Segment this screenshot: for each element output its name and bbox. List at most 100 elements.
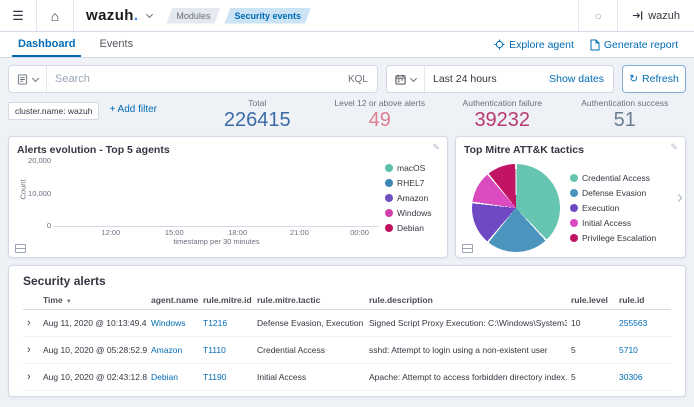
- index-pattern-selector[interactable]: wazuh: [618, 10, 694, 22]
- cell-rule-id[interactable]: 255563: [615, 310, 671, 337]
- legend-dot: [570, 204, 578, 212]
- home-icon[interactable]: ⌂: [37, 0, 73, 31]
- cell-rule-id[interactable]: 5710: [615, 337, 671, 364]
- status-circle-icon[interactable]: ○: [579, 0, 617, 31]
- stat-label: Level 12 or above alerts: [319, 98, 442, 108]
- column-header-rule-id[interactable]: rule.id: [615, 291, 671, 310]
- stat-value: 39232: [441, 109, 564, 132]
- menu-icon[interactable]: ☰: [0, 0, 36, 31]
- cell-rule-level: 10: [567, 310, 615, 337]
- cell-rule-mitre-id[interactable]: T1110: [199, 337, 253, 364]
- calendar-icon: [395, 74, 406, 85]
- add-filter-button[interactable]: + Add filter: [109, 102, 157, 115]
- x-tick-label: 21:00: [290, 228, 309, 237]
- tab-events[interactable]: Events: [93, 32, 139, 57]
- table-row: ›Aug 11, 2020 @ 10:13:49.493WindowsT1216…: [23, 310, 671, 337]
- query-language-label[interactable]: KQL: [339, 74, 377, 85]
- x-tick-label: 15:00: [165, 228, 184, 237]
- stat-label: Authentication failure: [441, 98, 564, 108]
- y-tick-label: 20,000: [28, 156, 51, 165]
- column-header-rule-mitre-tactic[interactable]: rule.mitre.tactic: [253, 291, 365, 310]
- explore-agent-button[interactable]: Explore agent: [494, 39, 574, 51]
- date-picker: Last 24 hours Show dates: [386, 65, 614, 93]
- legend-dot: [385, 179, 393, 187]
- security-alerts-table: Time▼agent.namerule.mitre.idrule.mitre.t…: [23, 291, 671, 391]
- refresh-icon: ↻: [629, 73, 638, 85]
- show-dates-button[interactable]: Show dates: [540, 73, 613, 85]
- legend-dot: [385, 194, 393, 202]
- legend-dot: [570, 234, 578, 242]
- date-quick-menu-button[interactable]: [387, 66, 425, 92]
- inspect-data-icon[interactable]: [15, 244, 26, 253]
- legend-item-macos[interactable]: macOS: [385, 163, 439, 173]
- expand-row-button[interactable]: ›: [27, 371, 31, 383]
- column-header-agent-name[interactable]: agent.name: [147, 291, 199, 310]
- y-axis-ticks: 20,00010,0000: [26, 159, 54, 227]
- legend-label: RHEL7: [397, 178, 424, 188]
- legend-item-amazon[interactable]: Amazon: [385, 193, 439, 203]
- generate-report-button[interactable]: Generate report: [590, 39, 678, 51]
- cell-agent-name[interactable]: Amazon: [147, 337, 199, 364]
- expand-row-button[interactable]: ›: [27, 317, 31, 329]
- table-row: ›Aug 10, 2020 @ 05:28:52.926AmazonT1110C…: [23, 337, 671, 364]
- tab-bar: Dashboard Events Explore agent Generate …: [0, 32, 694, 58]
- breadcrumb: Modules Security events: [166, 8, 311, 24]
- stacked-bar-chart[interactable]: [54, 159, 379, 227]
- cell-rule-mitre-id[interactable]: T1216: [199, 310, 253, 337]
- kpi-stats: Total226415Level 12 or above alerts49Aut…: [196, 98, 686, 130]
- explore-agent-label: Explore agent: [509, 39, 574, 51]
- column-header-rule-mitre-id[interactable]: rule.mitre.id: [199, 291, 253, 310]
- table-header-row: Time▼agent.namerule.mitre.idrule.mitre.t…: [23, 291, 671, 310]
- edit-panel-icon[interactable]: ✎: [432, 142, 440, 153]
- legend-item-execution[interactable]: Execution: [570, 203, 677, 213]
- cell-rule-level: 5: [567, 337, 615, 364]
- refresh-button[interactable]: ↻ Refresh: [622, 65, 686, 93]
- column-header-time[interactable]: Time▼: [39, 291, 147, 310]
- cell-rule-mitre-tactic: Defense Evasion, Execution: [253, 310, 365, 337]
- column-header-rule-level[interactable]: rule.level: [567, 291, 615, 310]
- expander-cell: ›: [23, 337, 39, 364]
- legend-item-privilege-escalation[interactable]: Privilege Escalation: [570, 233, 677, 243]
- column-header-rule-description[interactable]: rule.description: [365, 291, 567, 310]
- cell-agent-name[interactable]: Windows: [147, 310, 199, 337]
- report-document-icon: [590, 39, 600, 51]
- cell-rule-id[interactable]: 30306: [615, 364, 671, 391]
- saved-query-menu-button[interactable]: [9, 66, 47, 92]
- legend-item-rhel7[interactable]: RHEL7: [385, 178, 439, 188]
- search-input[interactable]: [47, 73, 339, 85]
- legend-item-initial-access[interactable]: Initial Access: [570, 218, 677, 228]
- legend-item-debian[interactable]: Debian: [385, 223, 439, 233]
- cell-agent-name[interactable]: Debian: [147, 364, 199, 391]
- visualization-row: Alerts evolution - Top 5 agents ✎ Count …: [0, 132, 694, 258]
- wazuh-logo[interactable]: wazuh.: [86, 7, 138, 24]
- tab-dashboard[interactable]: Dashboard: [12, 32, 81, 57]
- current-user-label: wazuh: [648, 10, 680, 22]
- pie-chart-legend: Credential Access Defense Evasion Executio…: [568, 160, 677, 256]
- stat-value: 49: [319, 109, 442, 132]
- chevron-down-icon: [410, 74, 417, 81]
- breadcrumb-security-events[interactable]: Security events: [224, 8, 311, 24]
- panel-title: Top Mitre ATT&K tactics: [464, 144, 677, 156]
- legend-dot: [570, 174, 578, 182]
- breadcrumb-modules[interactable]: Modules: [166, 8, 220, 24]
- edit-panel-icon[interactable]: ✎: [670, 142, 678, 153]
- chevron-down-icon[interactable]: [146, 11, 153, 18]
- legend-item-windows[interactable]: Windows: [385, 208, 439, 218]
- stat-level-12-or-above-alerts: Level 12 or above alerts49: [319, 98, 442, 130]
- inspect-data-icon[interactable]: [462, 244, 473, 253]
- cell-rule-mitre-tactic: Credential Access: [253, 337, 365, 364]
- filter-pill-cluster-name[interactable]: cluster.name: wazuh: [8, 102, 99, 120]
- expand-row-button[interactable]: ›: [27, 344, 31, 356]
- legend-label: Debian: [397, 223, 424, 233]
- explore-agent-icon: [494, 39, 505, 50]
- cell-rule-mitre-tactic: Initial Access: [253, 364, 365, 391]
- legend-item-credential-access[interactable]: Credential Access: [570, 173, 677, 183]
- next-panel-button[interactable]: ›: [677, 188, 683, 206]
- time-range-value[interactable]: Last 24 hours: [425, 73, 540, 85]
- cell-rule-mitre-id[interactable]: T1190: [199, 364, 253, 391]
- expander-cell: ›: [23, 310, 39, 337]
- filter-bar: cluster.name: wazuh + Add filter: [8, 98, 196, 130]
- pie-chart[interactable]: [472, 164, 560, 252]
- legend-item-defense-evasion[interactable]: Defense Evasion: [570, 188, 677, 198]
- legend-label: Initial Access: [582, 218, 631, 228]
